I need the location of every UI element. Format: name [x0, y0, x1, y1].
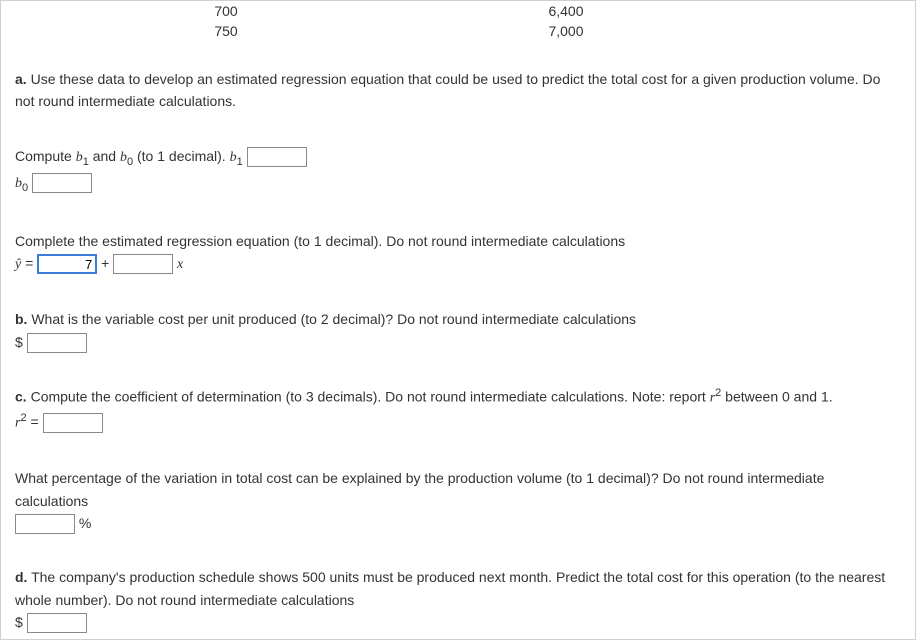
part-a: a. Use these data to develop an estimate…	[1, 63, 915, 118]
variable-cost-input[interactable]	[27, 333, 87, 353]
cell-cost-1: 6,400	[451, 1, 681, 21]
cell-cost-2: 7,000	[451, 21, 681, 41]
dollar-sign: $	[15, 614, 23, 630]
part-a-text: Use these data to develop an estimated r…	[15, 71, 880, 109]
table-row: 750 7,000	[1, 21, 915, 41]
part-c: c. Compute the coefficient of determinat…	[1, 380, 915, 440]
part-d-label: d.	[15, 569, 27, 585]
part-a-label: a.	[15, 71, 27, 87]
percentage-input[interactable]	[15, 514, 75, 534]
b1-input[interactable]	[247, 147, 307, 167]
table-row: 700 6,400	[1, 1, 915, 21]
problem-container: 700 6,400 750 7,000 a. Use these data to…	[0, 0, 916, 640]
part-b: b. What is the variable cost per unit pr…	[1, 303, 915, 358]
cell-volume-1: 700	[1, 1, 451, 21]
cell-volume-2: 750	[1, 21, 451, 41]
data-table: 700 6,400 750 7,000	[1, 1, 915, 41]
compute-b1-b0: Compute b1 and b0 (to 1 decimal). b1 b0	[1, 140, 915, 203]
r-squared-input[interactable]	[43, 413, 103, 433]
yhat-slope-input[interactable]	[113, 254, 173, 274]
part-c-percentage: What percentage of the variation in tota…	[1, 462, 915, 539]
part-b-label: b.	[15, 311, 27, 327]
predicted-cost-input[interactable]	[27, 613, 87, 633]
yhat-intercept-input[interactable]	[37, 254, 97, 274]
b0-input[interactable]	[32, 173, 92, 193]
regression-equation: Complete the estimated regression equati…	[1, 225, 915, 282]
part-c-label: c.	[15, 389, 27, 405]
percent-sign: %	[79, 515, 91, 531]
dollar-sign: $	[15, 334, 23, 350]
part-d: d. The company's production schedule sho…	[1, 561, 915, 638]
